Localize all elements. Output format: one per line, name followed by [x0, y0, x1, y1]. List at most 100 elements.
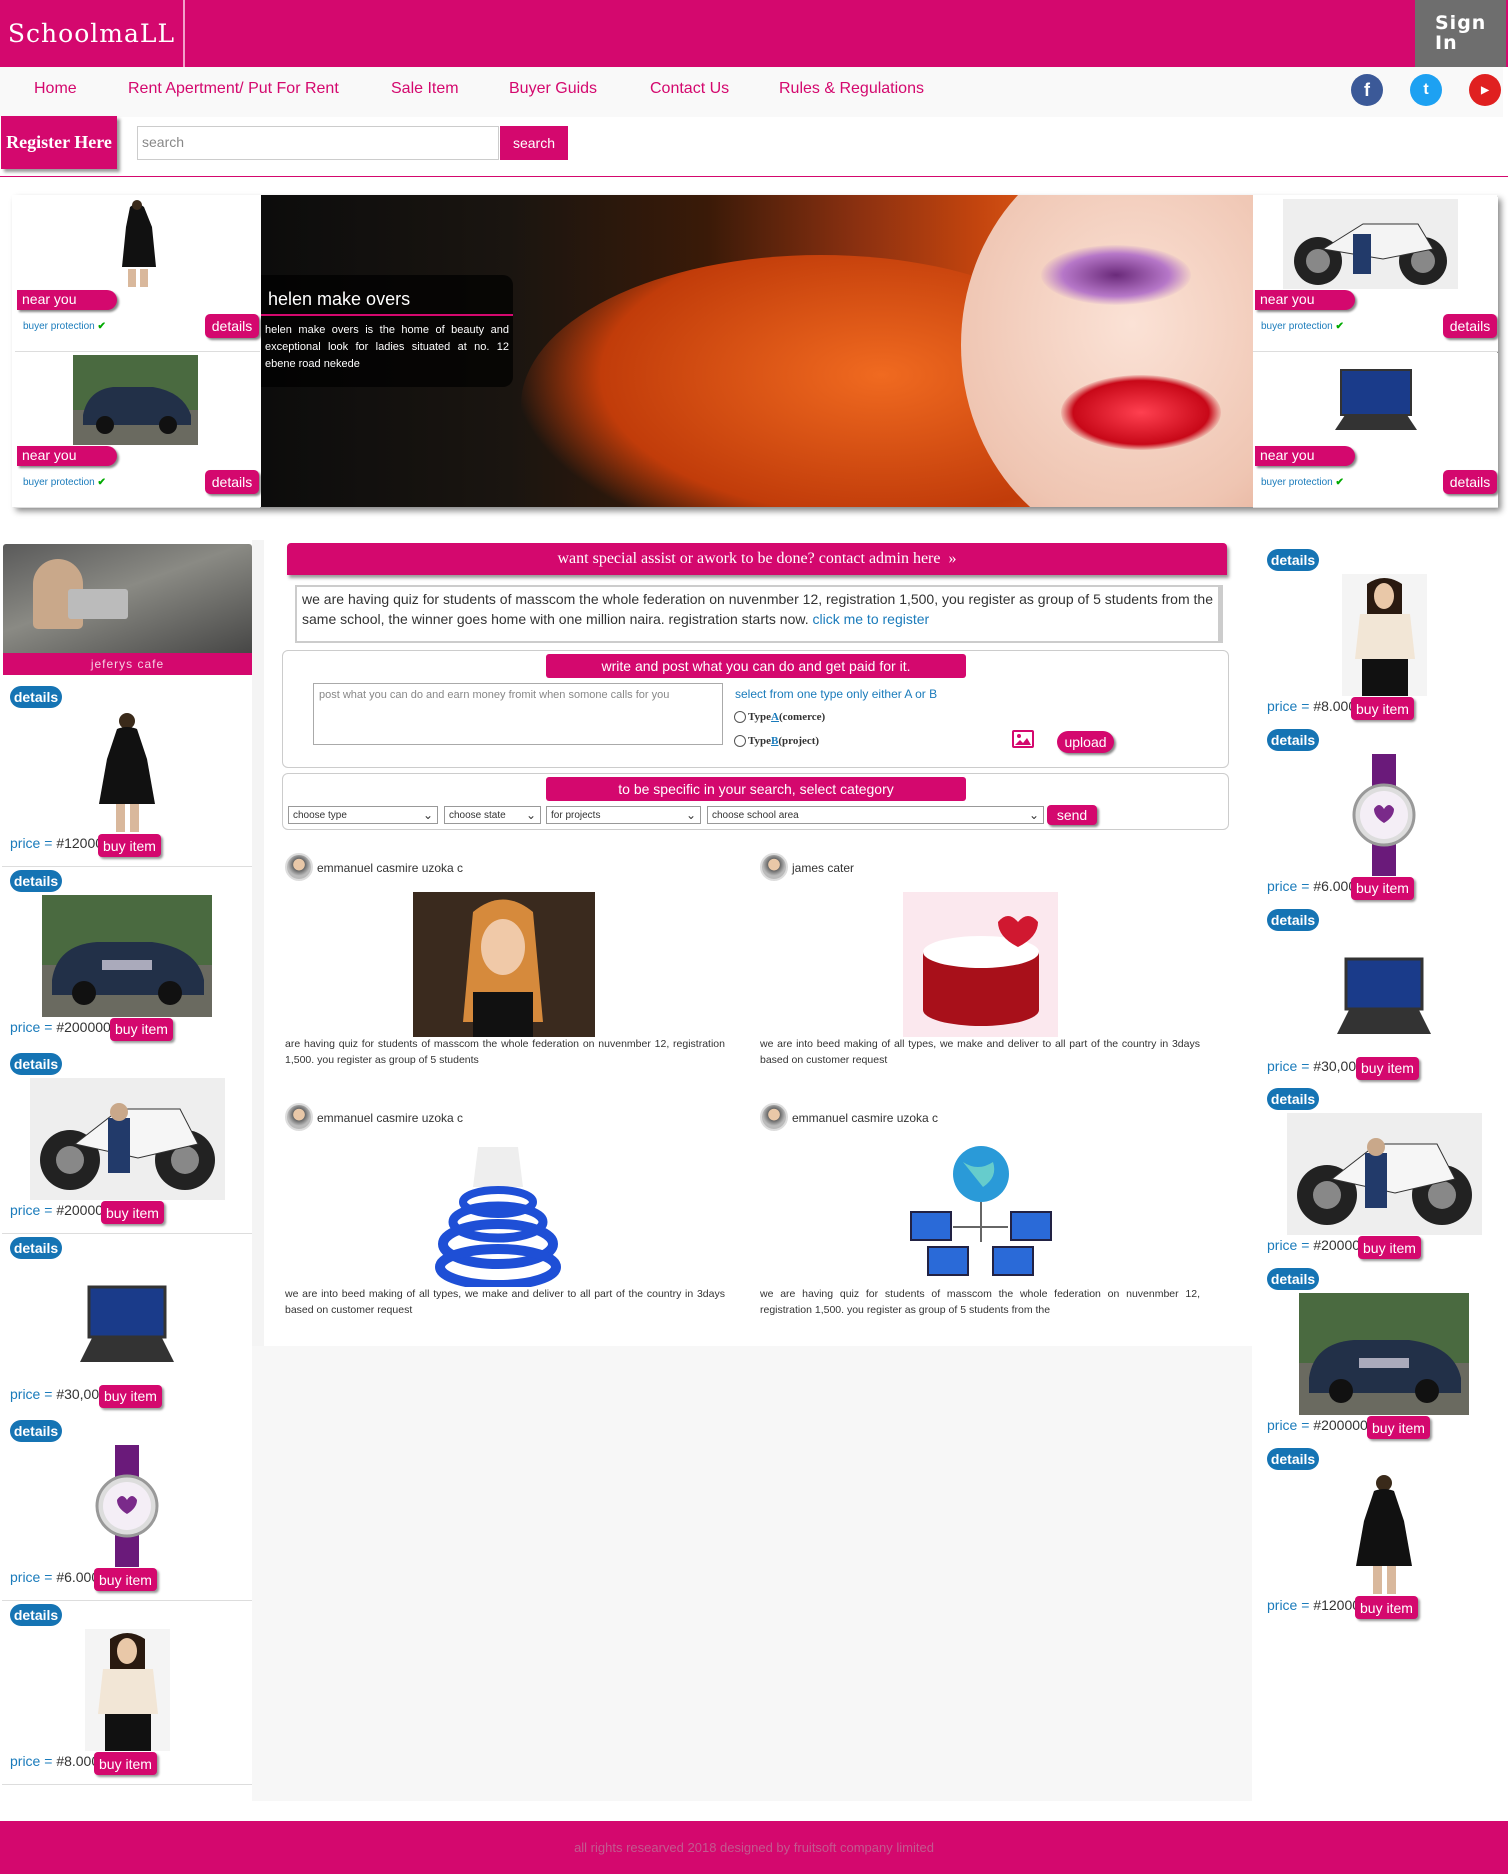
details-button[interactable]: details — [1443, 470, 1497, 494]
register-button[interactable]: Register Here — [1, 116, 117, 169]
product-image[interactable] — [1299, 1293, 1469, 1416]
motorcycle-image[interactable] — [1283, 199, 1458, 289]
details-button[interactable]: details — [10, 1604, 62, 1626]
nav-rules[interactable]: Rules & Regulations — [779, 80, 924, 98]
product-image[interactable] — [77, 1261, 177, 1384]
product-image[interactable] — [1334, 933, 1434, 1056]
buy-item-button[interactable]: buy item — [94, 1752, 157, 1775]
avatar[interactable] — [760, 853, 788, 881]
nav-sale-item[interactable]: Sale Item — [391, 80, 459, 98]
post-card: emmanuel casmire uzoka c are having quiz… — [283, 853, 733, 1093]
details-button[interactable]: details — [1267, 908, 1319, 931]
avatar[interactable] — [285, 853, 313, 881]
details-button[interactable]: details — [1267, 1268, 1319, 1291]
details-button[interactable]: details — [10, 686, 62, 708]
logo[interactable]: SchoolmaLL — [0, 0, 185, 67]
radio-type-a[interactable]: Type A (comerce) — [734, 711, 825, 723]
buy-item-button[interactable]: buy item — [1355, 1596, 1418, 1619]
post-textarea[interactable]: post what you can do and earn money from… — [313, 683, 723, 745]
twitter-icon[interactable]: t — [1410, 74, 1442, 106]
buyer-protection-label: buyer protection ✔ — [1261, 321, 1344, 332]
nav-buyer-guids[interactable]: Buyer Guids — [509, 80, 597, 98]
avatar[interactable] — [285, 1103, 313, 1131]
product-price: price = #8.000 — [1267, 698, 1357, 714]
product-card: details price = #200000 buy item — [1259, 1085, 1508, 1266]
product-card: details price = #8.000 buy item — [2, 1601, 252, 1785]
footer: all rights researved 2018 designed by fr… — [0, 1821, 1508, 1874]
post-image[interactable] — [903, 892, 1058, 1037]
image-icon[interactable] — [1012, 730, 1034, 748]
avatar[interactable] — [760, 1103, 788, 1131]
near-you-tag[interactable]: near you — [17, 290, 117, 310]
select-projects[interactable]: for projects — [546, 806, 701, 824]
select-school-area[interactable]: choose school area — [707, 806, 1044, 824]
details-button[interactable]: details — [1267, 1088, 1319, 1111]
buy-item-button[interactable]: buy item — [1356, 1056, 1419, 1080]
product-image[interactable] — [1342, 574, 1427, 696]
youtube-icon[interactable]: ▶ — [1469, 74, 1501, 106]
nav-contact[interactable]: Contact Us — [650, 80, 729, 98]
near-you-tag[interactable]: near you — [1255, 290, 1355, 310]
sign-in-button[interactable]: Sign In — [1415, 0, 1506, 67]
register-link[interactable]: click me to register — [812, 611, 929, 627]
post-image[interactable] — [413, 892, 595, 1037]
near-you-tag[interactable]: near you — [1255, 446, 1355, 466]
details-button[interactable]: details — [10, 1420, 62, 1443]
product-image[interactable] — [42, 894, 212, 1017]
post-author[interactable]: emmanuel casmire uzoka c — [792, 1111, 938, 1125]
product-image[interactable] — [1349, 1473, 1419, 1595]
buy-item-button[interactable]: buy item — [1351, 876, 1414, 900]
contact-admin-banner[interactable]: want special assist or awork to be done?… — [287, 543, 1227, 575]
post-author[interactable]: james cater — [792, 861, 854, 875]
nav-home[interactable]: Home — [34, 80, 77, 98]
product-image[interactable] — [30, 1078, 225, 1201]
buy-item-button[interactable]: buy item — [99, 1384, 162, 1408]
post-card: emmanuel casmire uzoka c we are having q… — [758, 1103, 1208, 1343]
send-button[interactable]: send — [1047, 805, 1097, 825]
product-card: details price = #2000000 buy item — [2, 866, 252, 1051]
buy-item-button[interactable]: buy item — [110, 1017, 173, 1041]
car-image[interactable] — [73, 355, 198, 445]
product-price: price = #12000 — [10, 835, 104, 851]
product-image[interactable] — [1287, 1113, 1482, 1236]
product-card: details price = #6.000 buy item — [2, 1417, 252, 1602]
details-button[interactable]: details — [1443, 314, 1497, 338]
details-button[interactable]: details — [205, 314, 259, 338]
details-button[interactable]: details — [10, 869, 62, 892]
details-button[interactable]: details — [10, 1236, 62, 1259]
details-button[interactable]: details — [1267, 549, 1319, 571]
select-state[interactable]: choose state — [444, 806, 541, 824]
product-image[interactable] — [92, 711, 162, 833]
buy-item-button[interactable]: buy item — [94, 1568, 157, 1592]
post-image[interactable] — [433, 1142, 563, 1287]
post-image[interactable] — [903, 1142, 1058, 1287]
buy-item-button[interactable]: buy item — [98, 834, 161, 857]
details-button[interactable]: details — [205, 470, 259, 494]
upload-button[interactable]: upload — [1057, 731, 1114, 753]
post-author[interactable]: emmanuel casmire uzoka c — [317, 861, 463, 875]
buy-item-button[interactable]: buy item — [1358, 1236, 1421, 1260]
radio-type-b[interactable]: Type B (project) — [734, 735, 819, 747]
product-image[interactable] — [1344, 753, 1424, 876]
details-button[interactable]: details — [1267, 728, 1319, 751]
search-button[interactable]: search — [500, 126, 568, 160]
buy-item-button[interactable]: buy item — [1351, 697, 1414, 720]
product-price: price = #6.000 — [1267, 877, 1357, 894]
search-input[interactable]: search — [137, 126, 499, 160]
product-image[interactable] — [85, 1629, 170, 1751]
post-author[interactable]: emmanuel casmire uzoka c — [317, 1111, 463, 1125]
laptop-image[interactable] — [1333, 355, 1418, 445]
buy-item-button[interactable]: buy item — [1367, 1416, 1430, 1440]
select-type[interactable]: choose type — [288, 806, 438, 824]
nav-rent[interactable]: Rent Apertment/ Put For Rent — [128, 80, 339, 98]
hero-mini-card: near you buyer protection ✔ details — [1253, 353, 1498, 508]
product-image[interactable] — [87, 1445, 167, 1568]
details-button[interactable]: details — [10, 1053, 62, 1076]
dress-image[interactable] — [90, 199, 185, 289]
buy-item-button[interactable]: buy item — [101, 1201, 164, 1225]
details-button[interactable]: details — [1267, 1448, 1319, 1470]
cafe-ad-label: jeferys cafe — [3, 653, 252, 675]
facebook-icon[interactable]: f — [1351, 74, 1383, 106]
near-you-tag[interactable]: near you — [17, 446, 117, 466]
product-price: price = #6.000 — [10, 1569, 100, 1586]
